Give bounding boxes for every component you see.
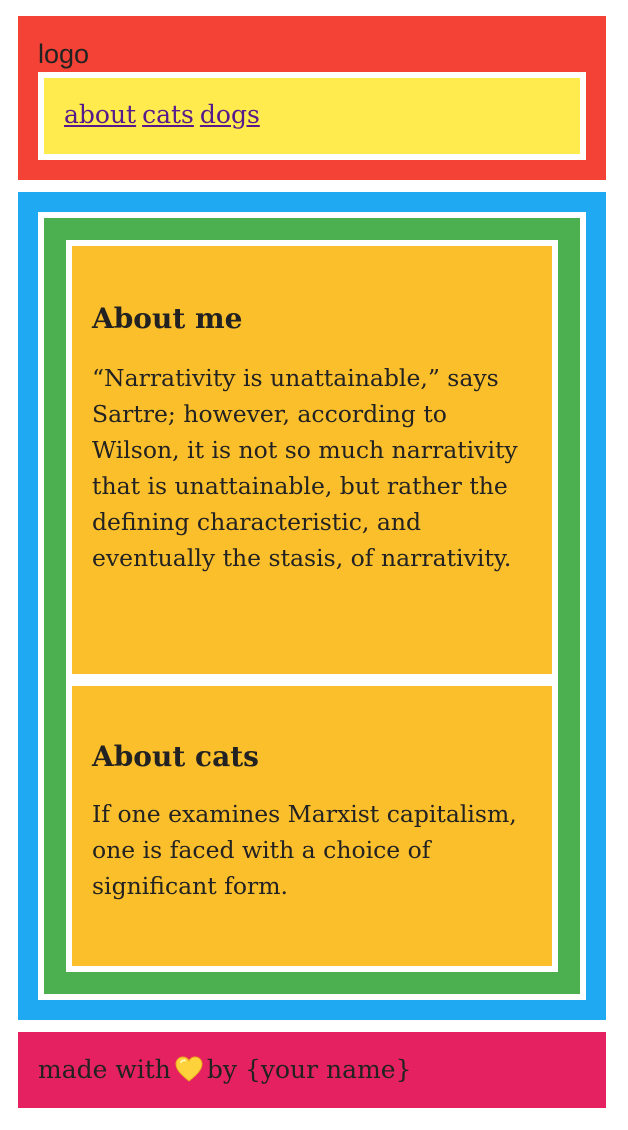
footer-text-after: by {your name} bbox=[206, 1055, 412, 1084]
main-content: About me “Narrativity is unattainable,” … bbox=[18, 192, 606, 1020]
nav-link-cats[interactable]: cats bbox=[142, 100, 194, 129]
site-header: logo about cats dogs bbox=[18, 16, 606, 180]
content-wrapper: About me “Narrativity is unattainable,” … bbox=[44, 218, 580, 994]
about-me-card-border: About me “Narrativity is unattainable,” … bbox=[66, 240, 558, 680]
nav-border: about cats dogs bbox=[38, 72, 586, 160]
main-nav: about cats dogs bbox=[44, 78, 580, 154]
footer-text-before: made with bbox=[38, 1055, 171, 1084]
yellow-heart-icon bbox=[175, 1056, 203, 1092]
about-cats-card: About cats If one examines Marxist capit… bbox=[72, 686, 552, 966]
about-cats-card-border: About cats If one examines Marxist capit… bbox=[66, 680, 558, 972]
about-me-text: “Narrativity is unattainable,” says Sart… bbox=[92, 364, 518, 572]
site-footer: made with by {your name} bbox=[18, 1032, 606, 1108]
logo: logo bbox=[38, 39, 90, 69]
about-me-heading: About me bbox=[92, 302, 243, 335]
about-cats-text: If one examines Marxist capitalism, one … bbox=[92, 800, 517, 900]
content-border: About me “Narrativity is unattainable,” … bbox=[38, 212, 586, 1000]
nav-link-about[interactable]: about bbox=[64, 100, 136, 129]
about-me-card: About me “Narrativity is unattainable,” … bbox=[72, 246, 552, 674]
nav-link-dogs[interactable]: dogs bbox=[200, 100, 260, 129]
about-cats-heading: About cats bbox=[92, 740, 259, 773]
